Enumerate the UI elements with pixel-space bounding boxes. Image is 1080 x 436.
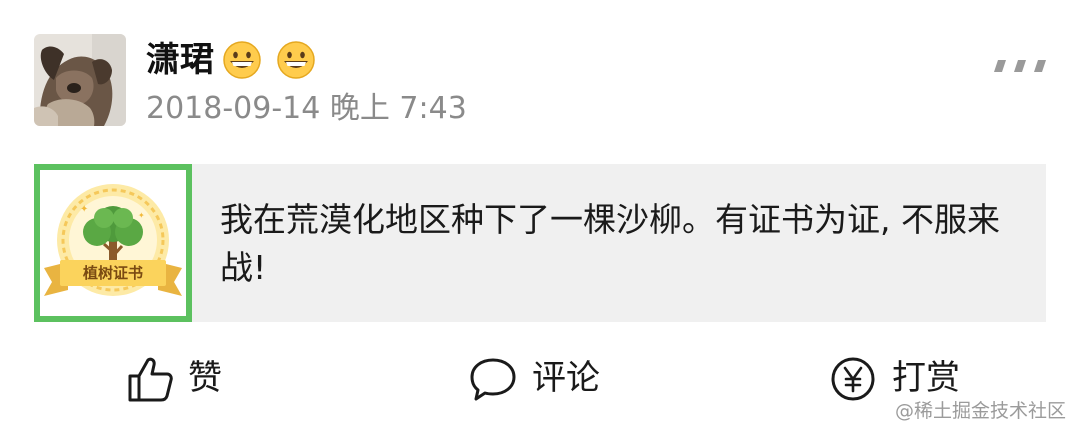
comment-button[interactable]: 评论	[466, 350, 626, 406]
avatar[interactable]	[34, 34, 126, 126]
yuan-coin-icon	[831, 357, 875, 401]
svg-text:✦: ✦	[138, 211, 145, 220]
like-label: 赞	[188, 358, 222, 398]
thumbnail-badge-label: 植树证书	[82, 264, 143, 282]
comment-bubble-icon	[470, 358, 516, 401]
tip-label: 打赏	[892, 358, 960, 398]
post-timestamp: 2018-09-14 晚上 7:43	[146, 91, 467, 126]
like-button[interactable]: 赞	[122, 350, 242, 406]
grinning-face-emoji-icon	[223, 41, 261, 79]
thumbs-up-icon	[128, 357, 173, 402]
author-name[interactable]: 潇珺	[146, 36, 214, 84]
grinning-face-emoji-icon	[277, 41, 315, 79]
watermark: @稀土掘金技术社区	[894, 400, 1066, 422]
svg-text:✦: ✦	[80, 204, 88, 215]
shared-link-text: 我在荒漠化地区种下了一棵沙柳。有证书为证, 不服来战!	[220, 200, 1000, 287]
avatar-dog-photo	[34, 34, 126, 126]
more-dots-icon[interactable]	[990, 58, 1046, 74]
tree-certificate-thumbnail: ✦ ✦	[34, 164, 192, 322]
shared-link-card[interactable]: ✦ ✦ 植树证书 我在荒漠化地区种下了一棵沙柳。有证书为证, 不服来战!	[34, 164, 1046, 322]
comment-label: 评论	[532, 358, 600, 398]
